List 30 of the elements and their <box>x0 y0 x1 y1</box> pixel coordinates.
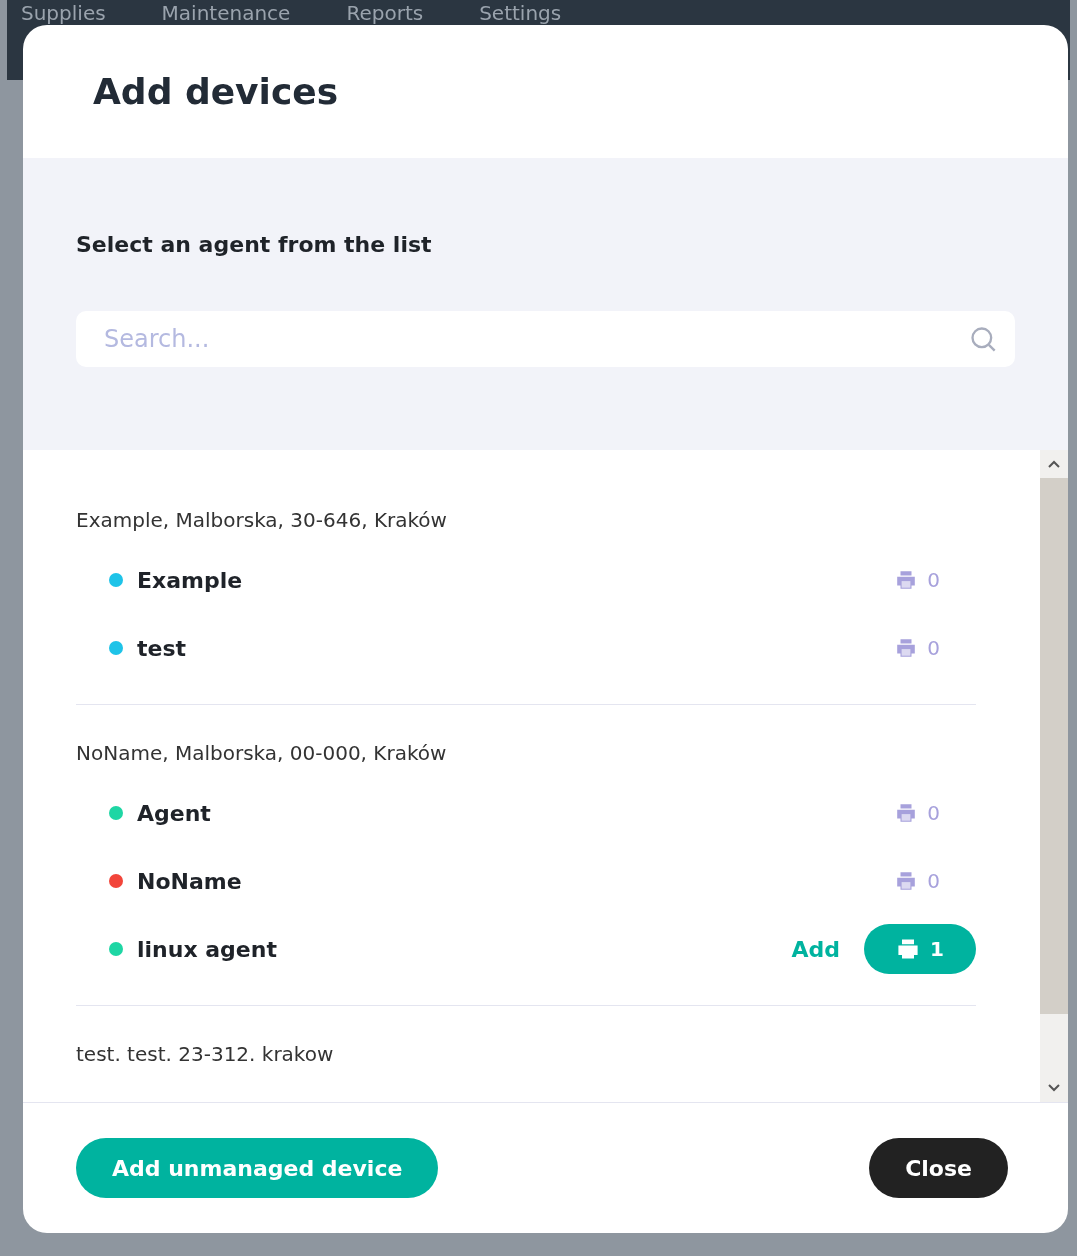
printer-count: 0 <box>927 636 940 660</box>
add-unmanaged-device-button[interactable]: Add unmanaged device <box>76 1138 439 1198</box>
nav-item[interactable]: Supplies <box>21 0 106 26</box>
nav-item[interactable]: Reports <box>346 0 424 26</box>
search-field[interactable]: Search... <box>76 311 1015 367</box>
printer-icon <box>895 569 918 591</box>
agent-name[interactable]: test <box>137 635 896 661</box>
printer-count: 0 <box>927 869 940 893</box>
printer-icon <box>895 802 918 824</box>
printer-count-button[interactable]: 1 <box>864 924 976 974</box>
printer-count: 0 <box>927 568 940 592</box>
agent-name[interactable]: Example <box>137 567 896 593</box>
printer-icon <box>895 637 918 659</box>
address-heading: Example, Malborska, 30-646, Kraków <box>76 508 448 532</box>
search-icon <box>969 325 997 353</box>
address-heading: NoName, Malborska, 00-000, Kraków <box>76 741 448 765</box>
close-button[interactable]: Close <box>869 1138 1008 1198</box>
prompt-text: Select an agent from the list <box>76 232 433 257</box>
address-heading: test. test. 23-312. krakow <box>76 1042 335 1066</box>
dialog-title: Add devices <box>93 71 339 112</box>
add-link[interactable]: Add <box>785 935 846 963</box>
printer-icon <box>896 937 921 961</box>
scrollbar[interactable] <box>1040 450 1068 1102</box>
agent-name[interactable]: Agent <box>137 800 896 826</box>
nav-item[interactable]: Maintenance <box>161 0 291 26</box>
agent-name[interactable]: NoName <box>137 868 896 894</box>
nav-item[interactable]: Settings <box>479 0 562 26</box>
agent-name[interactable]: linux agent <box>137 936 786 962</box>
printer-icon <box>895 870 918 892</box>
printer-count: 0 <box>927 801 940 825</box>
